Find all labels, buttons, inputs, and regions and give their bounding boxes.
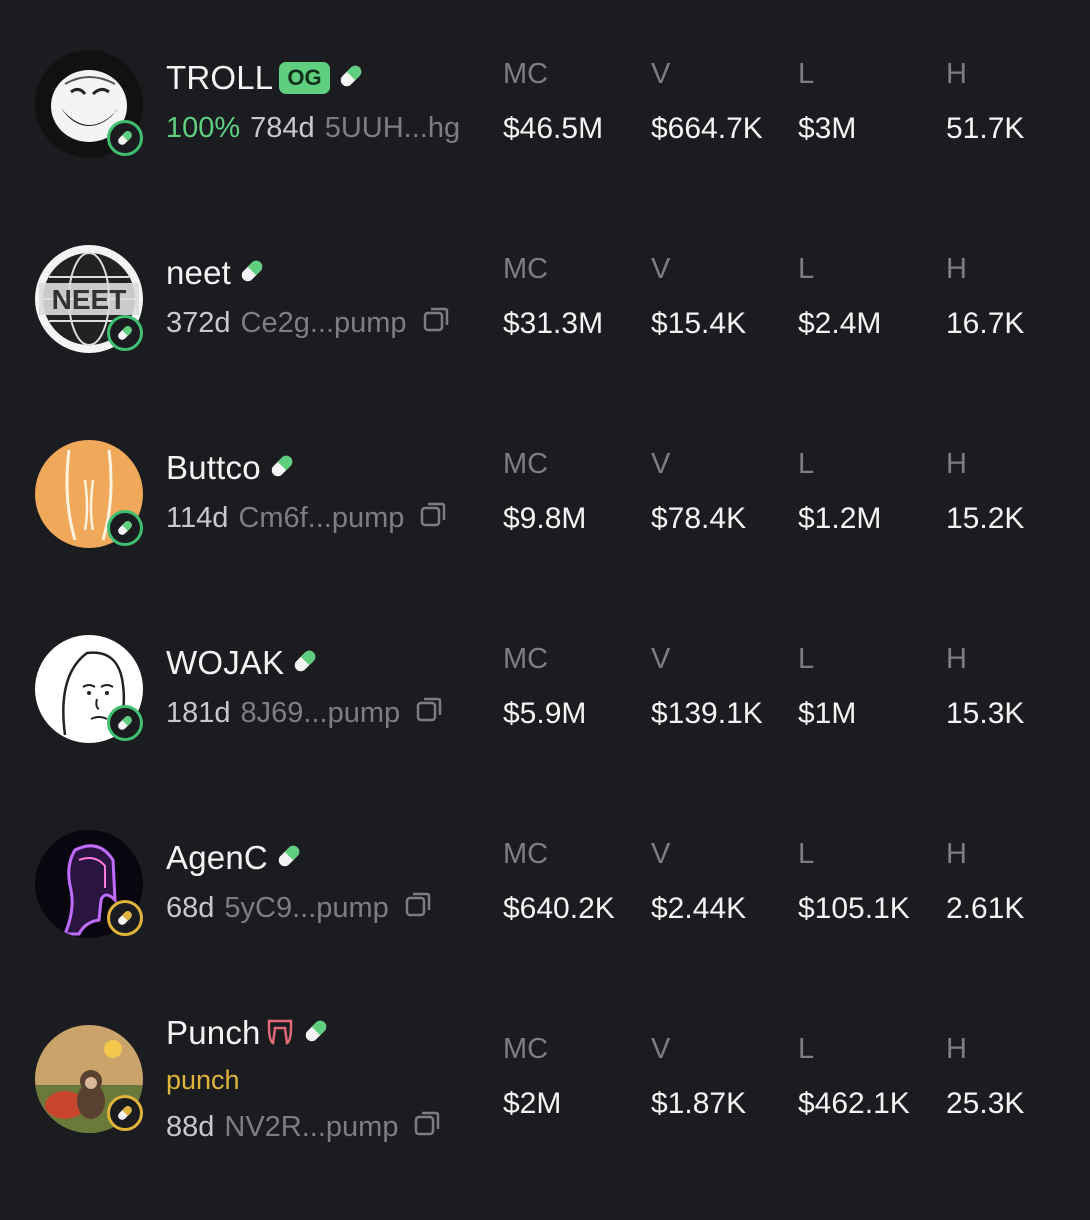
token-name: AgenC (166, 839, 268, 876)
mc-label: MC (503, 838, 549, 870)
percent-text: 100% (166, 111, 241, 144)
h-label: H (946, 448, 967, 480)
token-row-agenc[interactable]: AgenC 68d 5yC9...pump MC V L H $640.2K $… (0, 830, 1090, 1025)
l-label: L (798, 253, 815, 285)
pill-icon (336, 61, 366, 96)
h-label: H (946, 1033, 967, 1065)
copy-icon[interactable] (412, 1108, 442, 1146)
mc-value: $2M (503, 1087, 562, 1120)
token-name: neet (166, 254, 232, 291)
h-label: H (946, 253, 967, 285)
address-text[interactable]: 8J69...pump (241, 697, 401, 730)
h-value: 51.7K (946, 112, 1025, 145)
token-name: TROLL (166, 59, 274, 96)
h-value: 2.61K (946, 892, 1025, 925)
v-label: V (651, 253, 671, 285)
pill-icon (267, 451, 297, 486)
pill-badge-icon (107, 510, 143, 546)
mc-value: $31.3M (503, 307, 604, 340)
token-list: TROLL OG 100% 784d 5UUH...hg MC V L H $4… (0, 0, 1090, 1200)
age-text: 181d (166, 696, 231, 729)
address-text[interactable]: Cm6f...pump (238, 502, 404, 535)
pill-badge-icon (107, 315, 143, 351)
l-value: $3M (798, 112, 857, 145)
h-value: 15.2K (946, 502, 1025, 535)
pill-badge-icon (107, 1095, 143, 1131)
h-value: 25.3K (946, 1087, 1025, 1120)
pill-icon (301, 1016, 331, 1051)
mc-value: $5.9M (503, 697, 587, 730)
h-value: 16.7K (946, 307, 1025, 340)
mc-label: MC (503, 253, 549, 285)
mc-label: MC (503, 58, 549, 90)
l-label: L (798, 58, 815, 90)
pill-badge-icon (107, 900, 143, 936)
address-text[interactable]: 5yC9...pump (224, 892, 388, 925)
token-name: Punch (166, 1014, 261, 1051)
age-text: 784d (250, 111, 315, 144)
v-value: $78.4K (651, 502, 747, 535)
token-row-wojak[interactable]: WOJAK 181d 8J69...pump MC V L H $5.9M $1… (0, 635, 1090, 830)
token-row-neet[interactable]: NEET neet 372d Ce2g...pump MC V L H $31.… (0, 245, 1090, 440)
address-text[interactable]: NV2R...pump (224, 1111, 398, 1144)
l-label: L (798, 838, 815, 870)
h-label: H (946, 643, 967, 675)
l-label: L (798, 1033, 815, 1065)
l-value: $2.4M (798, 307, 882, 340)
v-value: $1.87K (651, 1087, 747, 1120)
age-text: 372d (166, 306, 231, 339)
age-text: 88d (166, 1110, 215, 1143)
mc-value: $9.8M (503, 502, 587, 535)
token-row-punch[interactable]: Punch punch 88d NV2R...pump MC V L H $2M… (0, 1014, 1090, 1220)
address-text[interactable]: 5UUH...hg (325, 112, 459, 145)
l-label: L (798, 643, 815, 675)
pill-icon (237, 256, 267, 291)
v-value: $139.1K (651, 697, 763, 730)
v-value: $664.7K (651, 112, 763, 145)
l-label: L (798, 448, 815, 480)
v-value: $15.4K (651, 307, 747, 340)
age-text: 114d (166, 501, 229, 534)
mc-value: $46.5M (503, 112, 604, 145)
mc-label: MC (503, 643, 549, 675)
token-row-buttco[interactable]: Buttco 114d Cm6f...pump MC V L H $9.8M $… (0, 440, 1090, 635)
copy-icon[interactable] (414, 694, 444, 732)
address-text[interactable]: Ce2g...pump (241, 307, 407, 340)
l-value: $105.1K (798, 892, 910, 925)
pill-badge-icon (107, 120, 143, 156)
token-row-troll[interactable]: TROLL OG 100% 784d 5UUH...hg MC V L H $4… (0, 50, 1090, 245)
v-value: $2.44K (651, 892, 747, 925)
pill-icon (274, 841, 304, 876)
l-value: $462.1K (798, 1087, 910, 1120)
h-label: H (946, 838, 967, 870)
og-badge: OG (279, 62, 330, 94)
v-label: V (651, 1033, 671, 1065)
copy-icon[interactable] (403, 889, 433, 927)
fang-icon (265, 1016, 295, 1051)
token-name: Buttco (166, 449, 261, 486)
mc-value: $640.2K (503, 892, 615, 925)
l-value: $1.2M (798, 502, 882, 535)
age-text: 68d (166, 891, 215, 924)
v-label: V (651, 643, 671, 675)
tagline-text: punch (166, 1065, 240, 1095)
v-label: V (651, 58, 671, 90)
h-value: 15.3K (946, 697, 1025, 730)
token-name: WOJAK (166, 644, 285, 681)
l-value: $1M (798, 697, 857, 730)
v-label: V (651, 448, 671, 480)
copy-icon[interactable] (418, 499, 448, 537)
mc-label: MC (503, 448, 549, 480)
h-label: H (946, 58, 967, 90)
copy-icon[interactable] (421, 304, 451, 342)
pill-badge-icon (107, 705, 143, 741)
v-label: V (651, 838, 671, 870)
pill-icon (290, 646, 320, 681)
svg-text:NEET: NEET (52, 284, 127, 315)
mc-label: MC (503, 1033, 549, 1065)
